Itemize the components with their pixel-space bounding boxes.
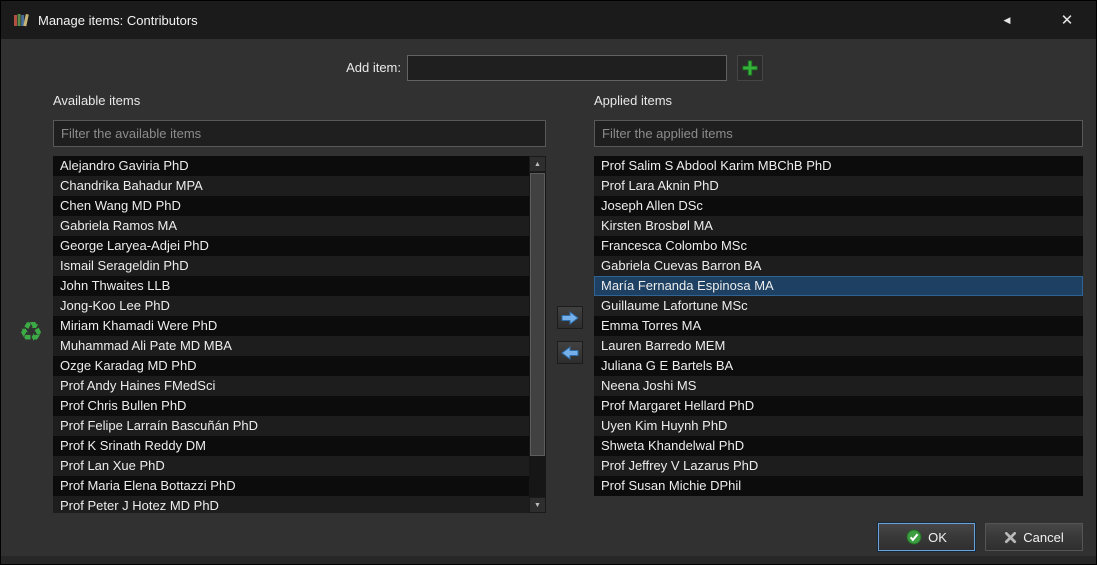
list-item[interactable]: Prof Lan Xue PhD (53, 456, 529, 476)
list-item[interactable]: Chen Wang MD PhD (53, 196, 529, 216)
cancel-button-label: Cancel (1023, 529, 1064, 545)
list-item[interactable]: Ismail Serageldin PhD (53, 256, 529, 276)
add-item-label: Add item: (346, 60, 401, 75)
arrow-left-icon (561, 345, 579, 360)
list-item[interactable]: Miriam Khamadi Were PhD (53, 316, 529, 336)
list-item[interactable]: María Fernanda Espinosa MA (594, 276, 1083, 296)
recycle-icon[interactable]: ♻ (16, 316, 46, 348)
list-item[interactable]: Chandrika Bahadur MPA (53, 176, 529, 196)
back-arrow-icon[interactable]: ◀ (992, 1, 1022, 39)
list-item[interactable]: Neena Joshi MS (594, 376, 1083, 396)
ok-button-label: OK (928, 529, 947, 545)
list-item[interactable]: John Thwaites LLB (53, 276, 529, 296)
cancel-button[interactable]: Cancel (985, 523, 1083, 551)
list-item[interactable]: Prof Jeffrey V Lazarus PhD (594, 456, 1083, 476)
add-item-button[interactable] (737, 55, 763, 81)
list-item[interactable]: Ozge Karadag MD PhD (53, 356, 529, 376)
applied-filter-input[interactable] (594, 120, 1083, 147)
available-items-header: Available items (53, 93, 141, 108)
list-item[interactable]: Shweta Khandelwal PhD (594, 436, 1083, 456)
list-item[interactable]: Emma Torres MA (594, 316, 1083, 336)
list-item[interactable]: Lauren Barredo MEM (594, 336, 1083, 356)
window-bottom-edge (1, 556, 1096, 564)
list-item[interactable]: Joseph Allen DSc (594, 196, 1083, 216)
list-item[interactable]: Prof Margaret Hellard PhD (594, 396, 1083, 416)
list-item[interactable]: Prof Salim S Abdool Karim MBChB PhD (594, 156, 1083, 176)
list-item[interactable]: Gabriela Cuevas Barron BA (594, 256, 1083, 276)
list-item[interactable]: Prof K Srinath Reddy DM (53, 436, 529, 456)
x-icon (1004, 530, 1018, 544)
list-item[interactable]: Prof Andy Haines FMedSci (53, 376, 529, 396)
list-item[interactable]: Prof Peter J Hotez MD PhD (53, 496, 529, 513)
check-circle-icon (906, 529, 922, 545)
list-item[interactable]: Prof Maria Elena Bottazzi PhD (53, 476, 529, 496)
add-item-input[interactable] (407, 55, 727, 81)
applied-items-header: Applied items (594, 93, 673, 108)
window-title: Manage items: Contributors (38, 12, 198, 28)
move-right-button[interactable] (557, 306, 583, 329)
scroll-down-icon[interactable]: ▼ (529, 497, 546, 513)
scroll-up-icon[interactable]: ▲ (529, 156, 546, 172)
applied-items-list: Prof Salim S Abdool Karim MBChB PhD Prof … (594, 156, 1083, 497)
list-item[interactable]: Prof Chris Bullen PhD (53, 396, 529, 416)
list-item[interactable]: Jong-Koo Lee PhD (53, 296, 529, 316)
list-item[interactable]: Prof Lara Aknin PhD (594, 176, 1083, 196)
list-item[interactable]: Guillaume Lafortune MSc (594, 296, 1083, 316)
list-item[interactable]: Gabriela Ramos MA (53, 216, 529, 236)
list-item[interactable]: Prof Susan Michie DPhil (594, 476, 1083, 496)
list-item[interactable]: Alejandro Gaviria PhD (53, 156, 529, 176)
list-item[interactable]: George Laryea-Adjei PhD (53, 236, 529, 256)
list-item[interactable]: Juliana G E Bartels BA (594, 356, 1083, 376)
list-item[interactable]: Muhammad Ali Pate MD MBA (53, 336, 529, 356)
available-items-list: ▲ ▼ Alejandro Gaviria PhD Chandrika Bahad… (53, 156, 546, 513)
move-left-button[interactable] (557, 341, 583, 364)
available-list-scrollbar[interactable]: ▲ ▼ (529, 156, 546, 513)
manage-items-dialog: Manage items: Contributors ◀ ✕ Add item:… (0, 0, 1097, 565)
list-item[interactable]: Uyen Kim Huynh PhD (594, 416, 1083, 436)
list-item[interactable]: Prof Felipe Larraín Bascuñán PhD (53, 416, 529, 436)
available-filter-input[interactable] (53, 120, 546, 147)
title-bar: Manage items: Contributors ◀ ✕ (1, 1, 1096, 39)
plus-icon (741, 59, 759, 77)
list-item[interactable]: Francesca Colombo MSc (594, 236, 1083, 256)
list-item[interactable]: Kirsten Brosbøl MA (594, 216, 1083, 236)
close-icon[interactable]: ✕ (1048, 1, 1086, 39)
ok-button[interactable]: OK (878, 523, 975, 551)
scrollbar-thumb[interactable] (530, 173, 545, 456)
arrow-right-icon (561, 310, 579, 325)
books-icon (13, 12, 29, 28)
